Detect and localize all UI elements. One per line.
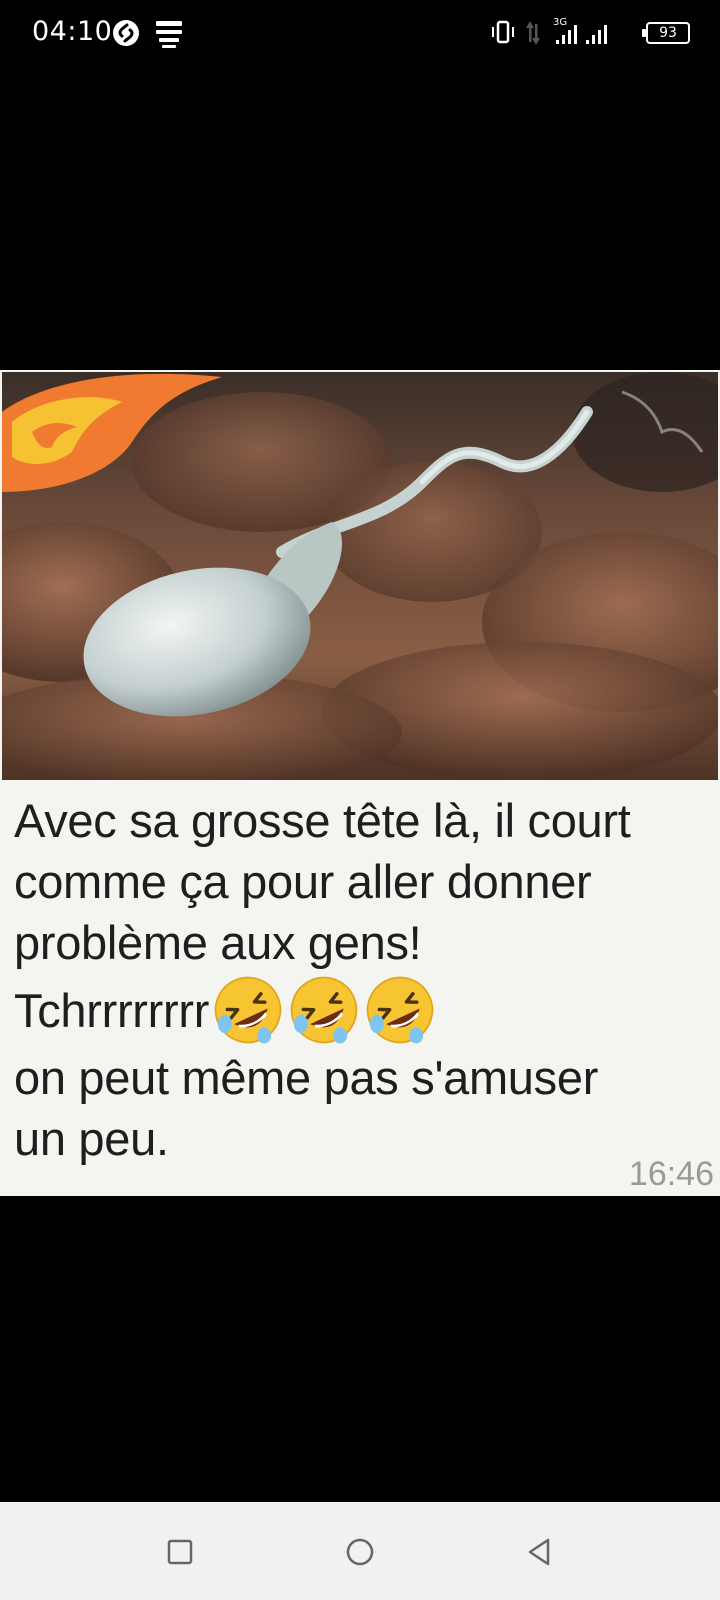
message-line: problème aux gens!: [14, 916, 422, 969]
message-line: Avec sa grosse tête là, il court: [14, 794, 631, 847]
shared-image-card[interactable]: Avec sa grosse tête là, il court comme ç…: [0, 370, 720, 1196]
vibrate-icon: [492, 20, 514, 44]
message-line: Tchrrrrrrrr: [14, 983, 210, 1037]
square-icon: [167, 1539, 193, 1565]
network-type: 3G: [553, 17, 567, 28]
message-line: un peu.: [14, 1112, 169, 1165]
connectivity-icons: 3G: [492, 17, 607, 45]
rofl-emoji-icon: [290, 976, 358, 1044]
message-line: on peut même pas s'amuser: [14, 1051, 599, 1104]
status-bar: 04:10 3G 93: [0, 0, 720, 66]
data-transfer-icon: [526, 21, 540, 45]
signal-icon: [586, 25, 607, 44]
back-triangle-icon: [528, 1538, 550, 1566]
rofl-emoji-icon: [366, 976, 434, 1044]
message-text: Avec sa grosse tête là, il court comme ç…: [14, 790, 714, 1169]
notification-stack-icon: [156, 21, 182, 48]
message-line-with-emojis: Tchrrrrrrrr: [14, 973, 714, 1047]
status-time: 04:10: [32, 16, 113, 47]
recents-button[interactable]: [160, 1532, 200, 1572]
circle-icon: [346, 1538, 374, 1566]
message-line: comme ça pour aller donner: [14, 855, 592, 908]
navigation-bar: [0, 1502, 720, 1600]
home-button[interactable]: [340, 1532, 380, 1572]
battery-icon: 93: [642, 22, 690, 44]
message-timestamp: 16:46: [628, 1155, 714, 1193]
emoji-group: [209, 973, 437, 1047]
sperm-photo: [2, 372, 718, 780]
battery-level: 93: [659, 25, 677, 41]
status-left-icons: [113, 20, 182, 48]
rofl-emoji-icon: [214, 976, 282, 1044]
shazam-icon: [113, 20, 139, 46]
status-right-icons: 3G 93: [490, 16, 690, 50]
back-button[interactable]: [520, 1532, 560, 1572]
